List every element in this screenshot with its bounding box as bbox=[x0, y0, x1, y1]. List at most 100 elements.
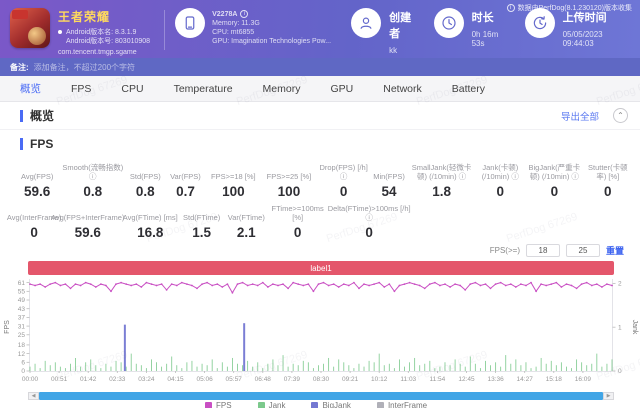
stat-cell: Smooth(流畅指数) ⓘ 0.8 bbox=[60, 163, 125, 199]
legend-item[interactable]: FPS bbox=[205, 402, 232, 408]
legend-item[interactable]: InterFrame bbox=[377, 402, 427, 408]
svg-text:00:51: 00:51 bbox=[51, 376, 68, 383]
person-icon bbox=[351, 8, 381, 38]
title-accent-bar bbox=[20, 138, 23, 150]
svg-text:08:30: 08:30 bbox=[313, 376, 330, 383]
stat-cell: Stutter(卡顿率) [%]0 bbox=[584, 163, 632, 199]
tab-network[interactable]: Network bbox=[383, 83, 422, 95]
stat-value: 0 bbox=[584, 184, 632, 199]
legend-label: FPS bbox=[216, 402, 232, 408]
stat-label: Avg(FTime) [ms] bbox=[121, 204, 179, 222]
legend-marker-icon bbox=[258, 402, 265, 408]
creator-block: 创建者 kk bbox=[351, 8, 419, 55]
tab-fps[interactable]: FPS bbox=[71, 83, 91, 95]
stat-label: Std(FPS) bbox=[125, 163, 165, 181]
stat-cell: SmallJank(轻微卡顿) (/10min) ⓘ 1.8 bbox=[408, 163, 476, 199]
svg-text:2: 2 bbox=[618, 281, 622, 288]
app-icon-honor-of-kings bbox=[10, 8, 50, 48]
export-all-link[interactable]: 导出全部 bbox=[561, 109, 599, 123]
legend-marker-icon bbox=[311, 402, 318, 408]
tab-memory[interactable]: Memory bbox=[263, 83, 301, 95]
svg-text:0: 0 bbox=[618, 368, 622, 375]
app-name: 王者荣耀 bbox=[58, 8, 162, 25]
scrollbar-right-arrow[interactable]: ▶ bbox=[603, 392, 614, 400]
stat-label: Smooth(流畅指数) ⓘ bbox=[60, 163, 125, 181]
clock-icon bbox=[434, 8, 464, 38]
stat-value: 0 bbox=[317, 184, 371, 199]
note-label: 备注: bbox=[10, 62, 29, 73]
stat-label: SmallJank(轻微卡顿) (/10min) ⓘ bbox=[408, 163, 476, 181]
stat-cell: FTime>=100ms [%]0 bbox=[269, 204, 327, 240]
stat-value: 0.8 bbox=[60, 184, 125, 199]
bullet-dot-icon bbox=[58, 30, 62, 34]
svg-text:05:57: 05:57 bbox=[226, 376, 243, 383]
stat-label: Avg(FPS+InterFrame) bbox=[54, 204, 121, 222]
arrow-left-icon: ◀ bbox=[32, 393, 36, 399]
arrow-right-icon: ▶ bbox=[607, 393, 611, 399]
svg-text:09:21: 09:21 bbox=[342, 376, 359, 383]
fps-threshold-input-2[interactable] bbox=[566, 244, 600, 257]
tab-概览[interactable]: 概览 bbox=[20, 81, 41, 96]
collapse-section-button[interactable]: ⌃ bbox=[613, 108, 628, 123]
stat-label: Jank(卡顿) (/10min) ⓘ bbox=[476, 163, 525, 181]
device-memory: Memory: 11.3G bbox=[212, 20, 331, 27]
fps-chart[interactable]: 06121825313743495561012FPSJank00:0000:51… bbox=[0, 275, 640, 392]
svg-text:11:03: 11:03 bbox=[400, 376, 416, 383]
stat-value: 0.8 bbox=[125, 184, 165, 199]
fps-chart-svg[interactable]: 06121825313743495561012FPSJank00:0000:51… bbox=[0, 275, 640, 387]
stat-cell: Drop(FPS) [/h] ⓘ0 bbox=[317, 163, 371, 199]
legend-item[interactable]: BigJank bbox=[311, 402, 350, 408]
scrollbar-thumb[interactable] bbox=[39, 392, 603, 400]
overview-title: 概览 bbox=[30, 107, 54, 124]
fps-title: FPS bbox=[30, 137, 53, 151]
svg-text:14:27: 14:27 bbox=[517, 376, 534, 383]
info-icon[interactable]: i bbox=[240, 10, 248, 18]
stat-cell: Avg(InterFrame)0 bbox=[14, 204, 54, 240]
stat-cell: Std(FTime)1.5 bbox=[179, 204, 224, 240]
banner-label: label1 bbox=[310, 264, 331, 273]
svg-text:37: 37 bbox=[18, 315, 26, 322]
tab-temperature[interactable]: Temperature bbox=[174, 83, 233, 95]
fps-threshold-input-1[interactable] bbox=[526, 244, 560, 257]
tab-battery[interactable]: Battery bbox=[452, 83, 485, 95]
legend-marker-icon bbox=[205, 402, 212, 408]
svg-text:15:18: 15:18 bbox=[546, 376, 563, 383]
scrollbar-left-arrow[interactable]: ◀ bbox=[28, 392, 39, 400]
stat-value: 59.6 bbox=[14, 184, 60, 199]
reset-button[interactable]: 重置 bbox=[606, 244, 624, 257]
device-info-block: V2278A i Memory: 11.3G CPU: mt6855 GPU: … bbox=[175, 8, 337, 45]
stat-value: 1.8 bbox=[408, 184, 476, 199]
watermark: PerfDog 67269 bbox=[505, 211, 579, 245]
svg-text:1: 1 bbox=[618, 324, 622, 331]
stat-value: 0 bbox=[327, 225, 412, 240]
svg-text:18: 18 bbox=[18, 342, 26, 349]
stat-value: 54 bbox=[371, 184, 408, 199]
svg-text:04:15: 04:15 bbox=[167, 376, 184, 383]
android-version-name: Android版本名: 8.3.1.9 bbox=[66, 28, 150, 37]
svg-text:13:36: 13:36 bbox=[487, 376, 504, 383]
legend-marker-icon bbox=[377, 402, 384, 408]
legend-item[interactable]: Jank bbox=[258, 402, 286, 408]
svg-text:02:33: 02:33 bbox=[109, 376, 126, 383]
stat-label: Var(FTime) bbox=[224, 204, 269, 222]
tab-gpu[interactable]: GPU bbox=[330, 83, 353, 95]
android-version-code: Android版本号: 803010908 bbox=[66, 37, 150, 46]
creator-value: kk bbox=[389, 46, 419, 55]
stat-label: Std(FTime) bbox=[179, 204, 224, 222]
chart-label-banner[interactable]: label1 bbox=[28, 261, 614, 275]
note-bar[interactable]: 备注: 添加备注，不超过200个字符 bbox=[0, 58, 640, 76]
phone-icon bbox=[175, 8, 205, 38]
svg-text:00:00: 00:00 bbox=[22, 376, 39, 383]
svg-text:61: 61 bbox=[18, 280, 26, 287]
fps-threshold-controls: FPS(>=) 重置 bbox=[0, 242, 640, 258]
svg-text:FPS: FPS bbox=[4, 320, 11, 334]
device-model: V2278A bbox=[212, 11, 237, 18]
svg-text:01:42: 01:42 bbox=[80, 376, 97, 383]
svg-text:55: 55 bbox=[18, 289, 26, 296]
tab-cpu[interactable]: CPU bbox=[121, 83, 143, 95]
svg-text:49: 49 bbox=[18, 297, 26, 304]
stat-cell: Avg(FPS)59.6 bbox=[14, 163, 60, 199]
collector-version-note: i 数据由PerfDog(8.1.230120)版本收集 bbox=[507, 3, 632, 13]
duration-label: 时长 bbox=[472, 9, 511, 25]
stat-value: 0 bbox=[269, 225, 327, 240]
